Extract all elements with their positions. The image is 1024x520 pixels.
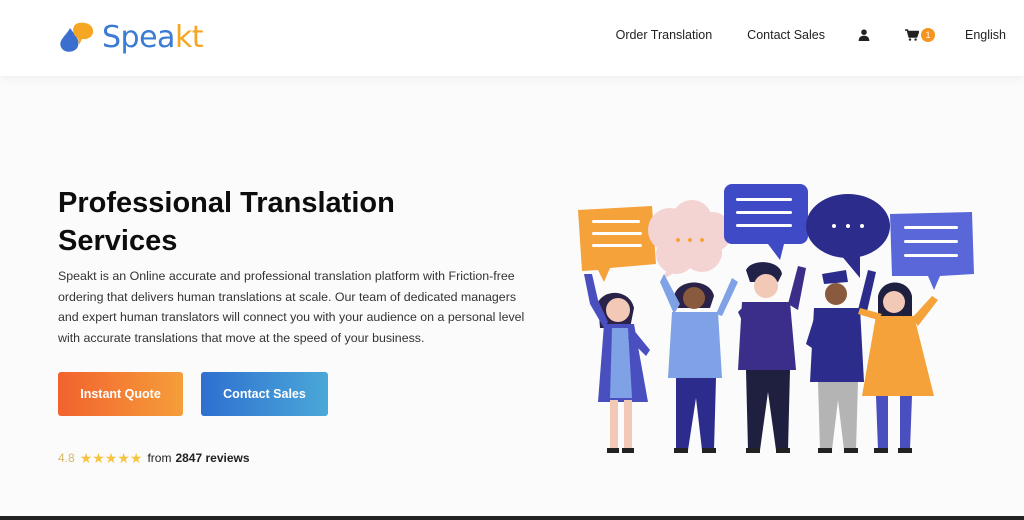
review-count: 2847 reviews xyxy=(175,451,250,465)
site-header: Speakt Order Translation Contact Sales 1… xyxy=(0,0,1024,76)
person-1-icon xyxy=(584,274,650,453)
user-icon[interactable] xyxy=(858,28,872,42)
star-rating-icon: ★★★★★ xyxy=(79,449,143,466)
language-selector[interactable]: English xyxy=(965,28,1006,42)
person-4-icon xyxy=(806,270,876,453)
rating-score: 4.8 xyxy=(58,451,75,465)
hero-illustration xyxy=(578,184,974,453)
main-nav: Order Translation Contact Sales 1 Englis… xyxy=(616,0,1006,70)
logo-text-accent: kt xyxy=(174,20,204,55)
dark-chat-bubble-icon xyxy=(806,194,890,278)
person-3-icon xyxy=(738,262,806,453)
cart-button[interactable]: 1 xyxy=(905,28,935,42)
person-5-icon xyxy=(858,282,938,453)
thought-bubble-icon xyxy=(648,200,732,280)
instant-quote-button[interactable]: Instant Quote xyxy=(58,372,183,416)
orange-speech-bubble-icon xyxy=(578,206,656,282)
contact-sales-button[interactable]: Contact Sales xyxy=(201,372,328,416)
rating: 4.8 ★★★★★ from 2847 reviews xyxy=(58,450,250,466)
cart-icon xyxy=(905,29,919,41)
bottom-edge xyxy=(0,516,1024,520)
hero-title: Professional Translation Services xyxy=(58,187,395,257)
logo-text-main: Spea xyxy=(102,20,175,55)
rating-from-label: from xyxy=(147,451,172,465)
logo-mark-icon xyxy=(60,22,94,52)
blue-chat-bubble-icon xyxy=(724,184,808,260)
nav-order-translation[interactable]: Order Translation xyxy=(616,28,713,42)
hero-description: Speakt is an Online accurate and profess… xyxy=(58,269,525,345)
purple-chat-bubble-icon xyxy=(890,212,974,290)
person-2-icon xyxy=(660,274,738,453)
cart-count-badge: 1 xyxy=(921,28,935,42)
nav-contact-sales[interactable]: Contact Sales xyxy=(747,28,825,42)
logo[interactable]: Speakt xyxy=(58,20,204,56)
logo-text: Speakt xyxy=(102,20,204,56)
